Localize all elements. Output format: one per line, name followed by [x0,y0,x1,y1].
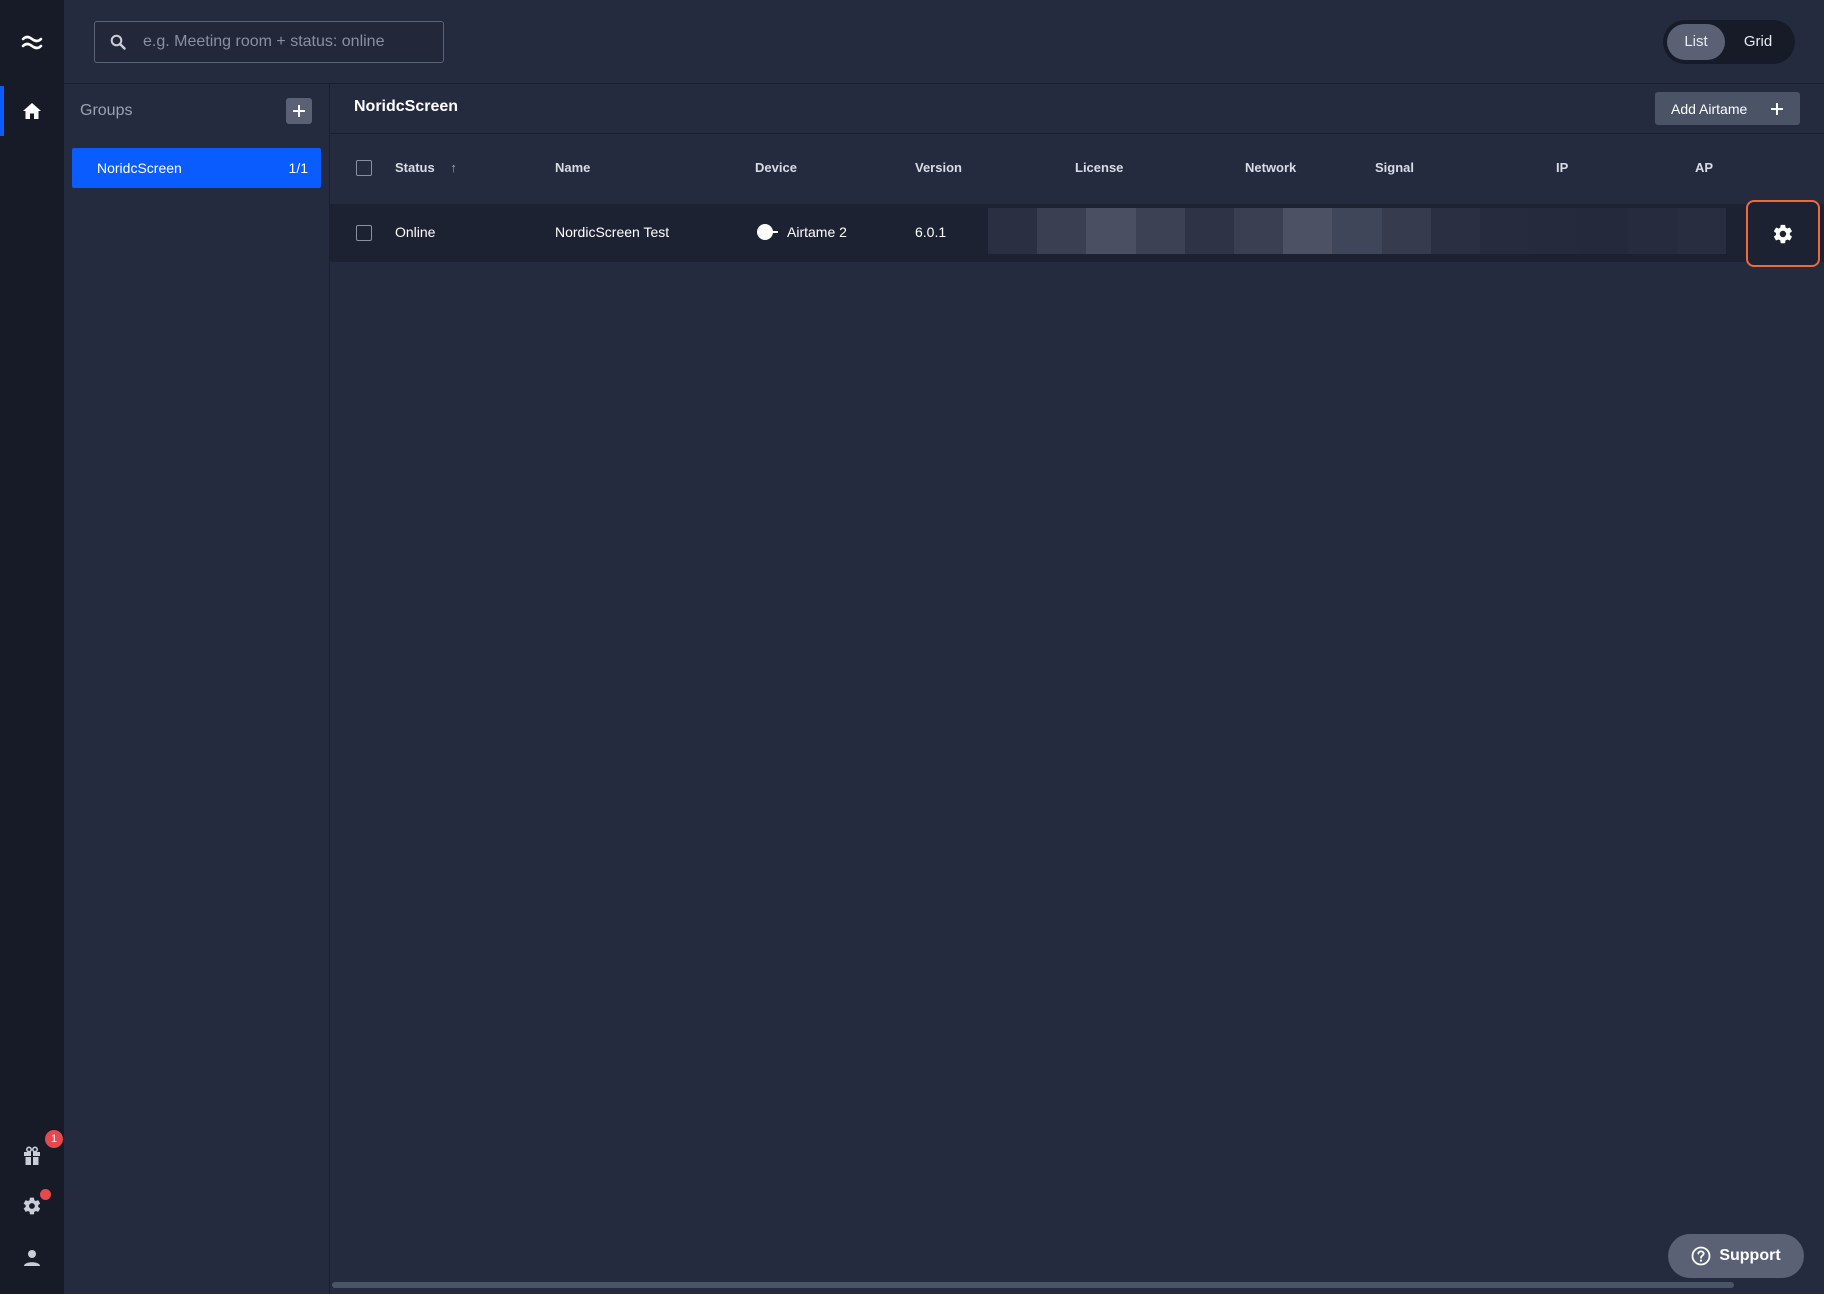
gift-icon [24,1146,40,1165]
plus-icon [1771,102,1783,115]
home-nav-button[interactable] [0,86,64,136]
group-item-noridcscreen[interactable]: NoridcScreen 1/1 [72,148,321,188]
column-ap[interactable]: AP [1695,160,1713,175]
column-signal[interactable]: Signal [1375,160,1414,175]
active-indicator [0,86,4,136]
row-status: Online [395,224,436,240]
sort-asc-icon: ↑ [450,160,457,175]
row-device: Airtame 2 [755,222,847,242]
account-nav-button[interactable] [0,1236,64,1280]
search-input[interactable] [141,22,443,62]
group-name: NoridcScreen [97,160,182,176]
groups-panel: Groups NoridcScreen 1/1 [64,84,330,1294]
main-header: NoridcScreen Add Airtame [330,84,1824,134]
row-name: NordicScreen Test [555,224,670,240]
home-icon [23,103,41,119]
search-box[interactable] [94,21,444,63]
row-checkbox[interactable] [356,225,372,241]
grid-view-button[interactable]: Grid [1725,24,1791,60]
table-header: Status ↑ Name Device Version License Net… [330,136,1824,202]
device-settings-button[interactable] [1746,200,1820,267]
user-icon [24,1250,40,1266]
column-device[interactable]: Device [755,160,797,175]
column-name[interactable]: Name [555,160,590,175]
airtame-logo-icon[interactable] [0,17,64,67]
column-status[interactable]: Status ↑ [395,160,457,175]
column-license[interactable]: License [1075,160,1123,175]
add-airtame-label: Add Airtame [1671,100,1748,117]
search-icon [95,34,141,50]
group-count: 1/1 [288,160,308,176]
groups-header: Groups [80,102,133,119]
view-toggle: List Grid [1663,20,1795,64]
table-row[interactable]: Online NordicScreen Test Airtame 2 6.0.1 [330,204,1824,262]
plus-icon [293,105,305,117]
airtame-device-icon [757,224,778,240]
settings-alert-dot [40,1189,51,1200]
column-network[interactable]: Network [1245,160,1296,175]
select-all-checkbox[interactable] [356,160,372,176]
gear-icon [1773,224,1792,243]
settings-nav-button[interactable] [0,1184,64,1228]
add-group-button[interactable] [286,98,312,124]
group-title: NoridcScreen [354,98,459,115]
notification-count-badge: 1 [45,1130,63,1148]
redacted-details [988,208,1727,254]
add-airtame-button[interactable]: Add Airtame [1655,92,1800,125]
row-version: 6.0.1 [915,224,947,240]
column-ip[interactable]: IP [1556,160,1568,175]
support-label: Support [1719,1247,1781,1264]
gear-icon [23,1197,41,1215]
left-rail: 1 [0,0,64,1294]
column-version[interactable]: Version [915,160,962,175]
support-button[interactable]: Support [1668,1234,1804,1278]
help-icon [1691,1246,1711,1266]
horizontal-scrollbar[interactable] [332,1282,1734,1288]
main-content: NoridcScreen Add Airtame Status ↑ Name D… [330,84,1824,1294]
list-view-button[interactable]: List [1667,24,1725,60]
top-bar: List Grid [64,0,1824,84]
